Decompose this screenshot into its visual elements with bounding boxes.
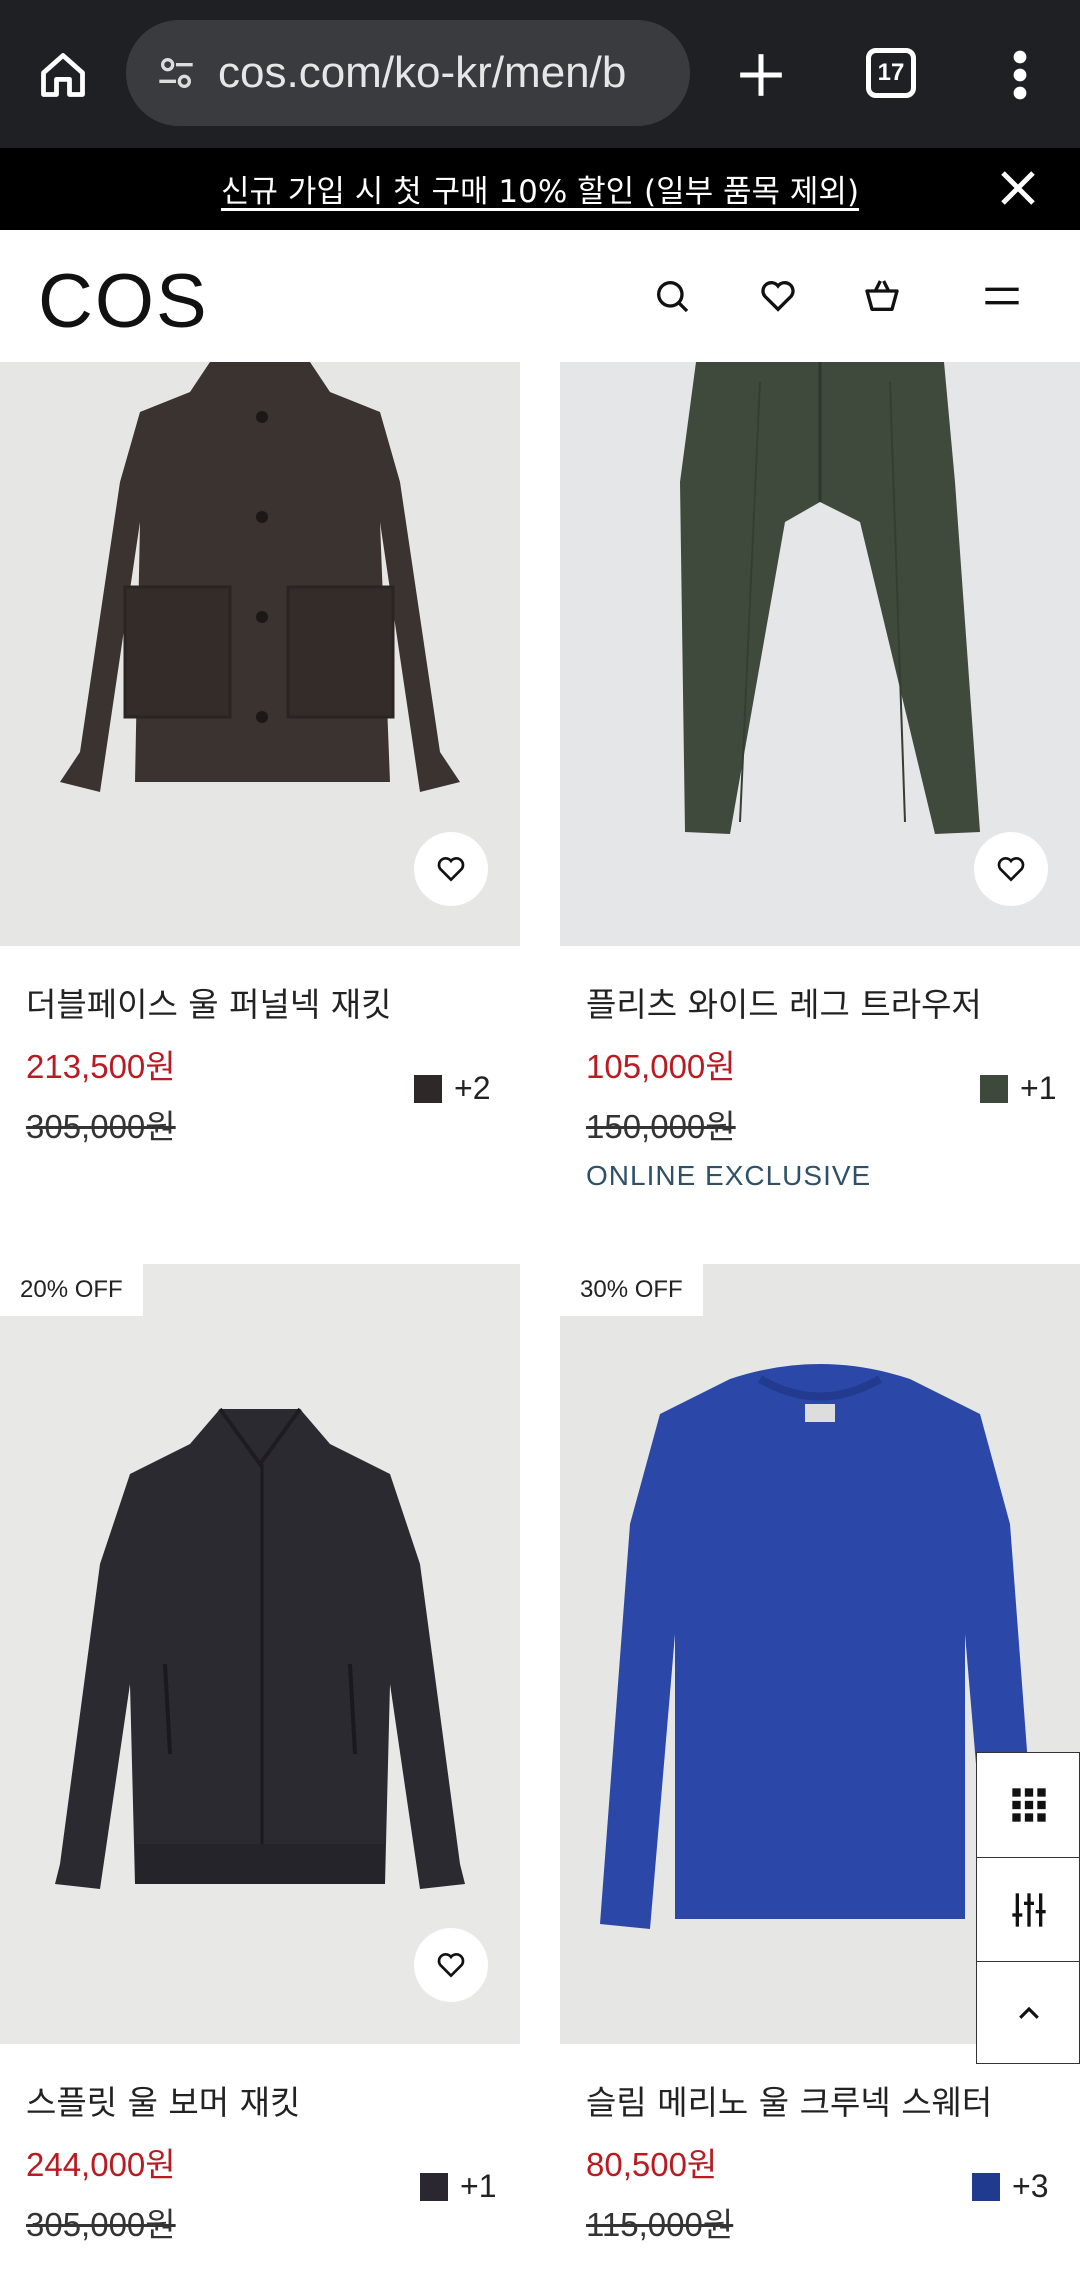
product-sale-price: 80,500원: [586, 2146, 718, 2183]
site-settings-icon[interactable]: [146, 53, 206, 93]
color-swatches[interactable]: +2: [414, 1070, 490, 1107]
color-swatch[interactable]: [972, 2172, 1000, 2201]
search-icon[interactable]: [650, 274, 694, 318]
online-exclusive-label: ONLINE EXCLUSIVE: [586, 1160, 872, 1191]
more-colors-count: +2: [454, 1070, 491, 1106]
home-icon[interactable]: [30, 42, 96, 108]
close-icon[interactable]: [998, 168, 1038, 208]
more-menu-icon[interactable]: [1000, 40, 1040, 110]
promo-banner-link[interactable]: 신규 가입 시 첫 구매 10% 할인 (일부 품목 제외): [0, 166, 1080, 211]
product-original-price: 150,000원: [586, 1108, 736, 1145]
tab-switcher-button[interactable]: 17: [866, 48, 916, 98]
more-colors-count: +1: [1020, 1070, 1057, 1106]
product-sale-price: 244,000원: [26, 2146, 176, 2183]
color-swatches[interactable]: +1: [980, 1070, 1056, 1107]
floating-tools: [976, 1752, 1080, 2064]
add-to-wishlist-button[interactable]: [414, 832, 488, 906]
discount-badge: 20% OFF: [0, 1264, 143, 1316]
product-image-bomber-jacket[interactable]: 20% OFF: [0, 1264, 520, 2044]
site-header: COS: [0, 230, 1080, 362]
product-name[interactable]: 스플릿 울 보머 재킷: [26, 2076, 300, 2124]
color-swatch[interactable]: [980, 1074, 1008, 1103]
product-original-price: 115,000원: [586, 2206, 734, 2243]
product-image-jacket[interactable]: [0, 362, 520, 946]
new-tab-icon[interactable]: [726, 40, 796, 110]
filter-icon[interactable]: [977, 1857, 1080, 1961]
add-to-wishlist-button[interactable]: [974, 832, 1048, 906]
product-name[interactable]: 슬림 메리노 울 크루넥 스웨터: [586, 2076, 992, 2124]
color-swatches[interactable]: +1: [420, 2168, 496, 2205]
hamburger-menu-icon[interactable]: [980, 274, 1024, 318]
more-colors-count: +1: [460, 2168, 497, 2204]
promo-banner: 신규 가입 시 첫 구매 10% 할인 (일부 품목 제외): [0, 148, 1080, 230]
color-swatch[interactable]: [420, 2172, 448, 2201]
grid-view-icon[interactable]: [977, 1753, 1080, 1857]
product-sale-price: 213,500원: [26, 1048, 176, 1085]
url-text: cos.com/ko-kr/men/b: [218, 48, 627, 97]
wishlist-heart-icon[interactable]: [756, 274, 800, 318]
product-name[interactable]: 플리츠 와이드 레그 트라우저: [586, 978, 982, 1026]
product-sale-price: 105,000원: [586, 1048, 736, 1085]
product-name[interactable]: 더블페이스 울 퍼널넥 재킷: [26, 978, 391, 1026]
cos-logo[interactable]: COS: [38, 258, 209, 345]
scroll-to-top-icon[interactable]: [977, 1961, 1080, 2065]
color-swatch[interactable]: [414, 1074, 442, 1103]
shopping-bag-icon[interactable]: [860, 274, 904, 318]
more-colors-count: +3: [1012, 2168, 1049, 2204]
address-bar[interactable]: cos.com/ko-kr/men/b: [126, 20, 690, 126]
product-original-price: 305,000원: [26, 1108, 176, 1145]
browser-toolbar: cos.com/ko-kr/men/b 17: [0, 0, 1080, 148]
product-original-price: 305,000원: [26, 2206, 176, 2243]
discount-badge: 30% OFF: [560, 1264, 703, 1316]
product-image-trousers[interactable]: [560, 362, 1080, 946]
add-to-wishlist-button[interactable]: [414, 1928, 488, 2002]
color-swatches[interactable]: +3: [972, 2168, 1048, 2205]
